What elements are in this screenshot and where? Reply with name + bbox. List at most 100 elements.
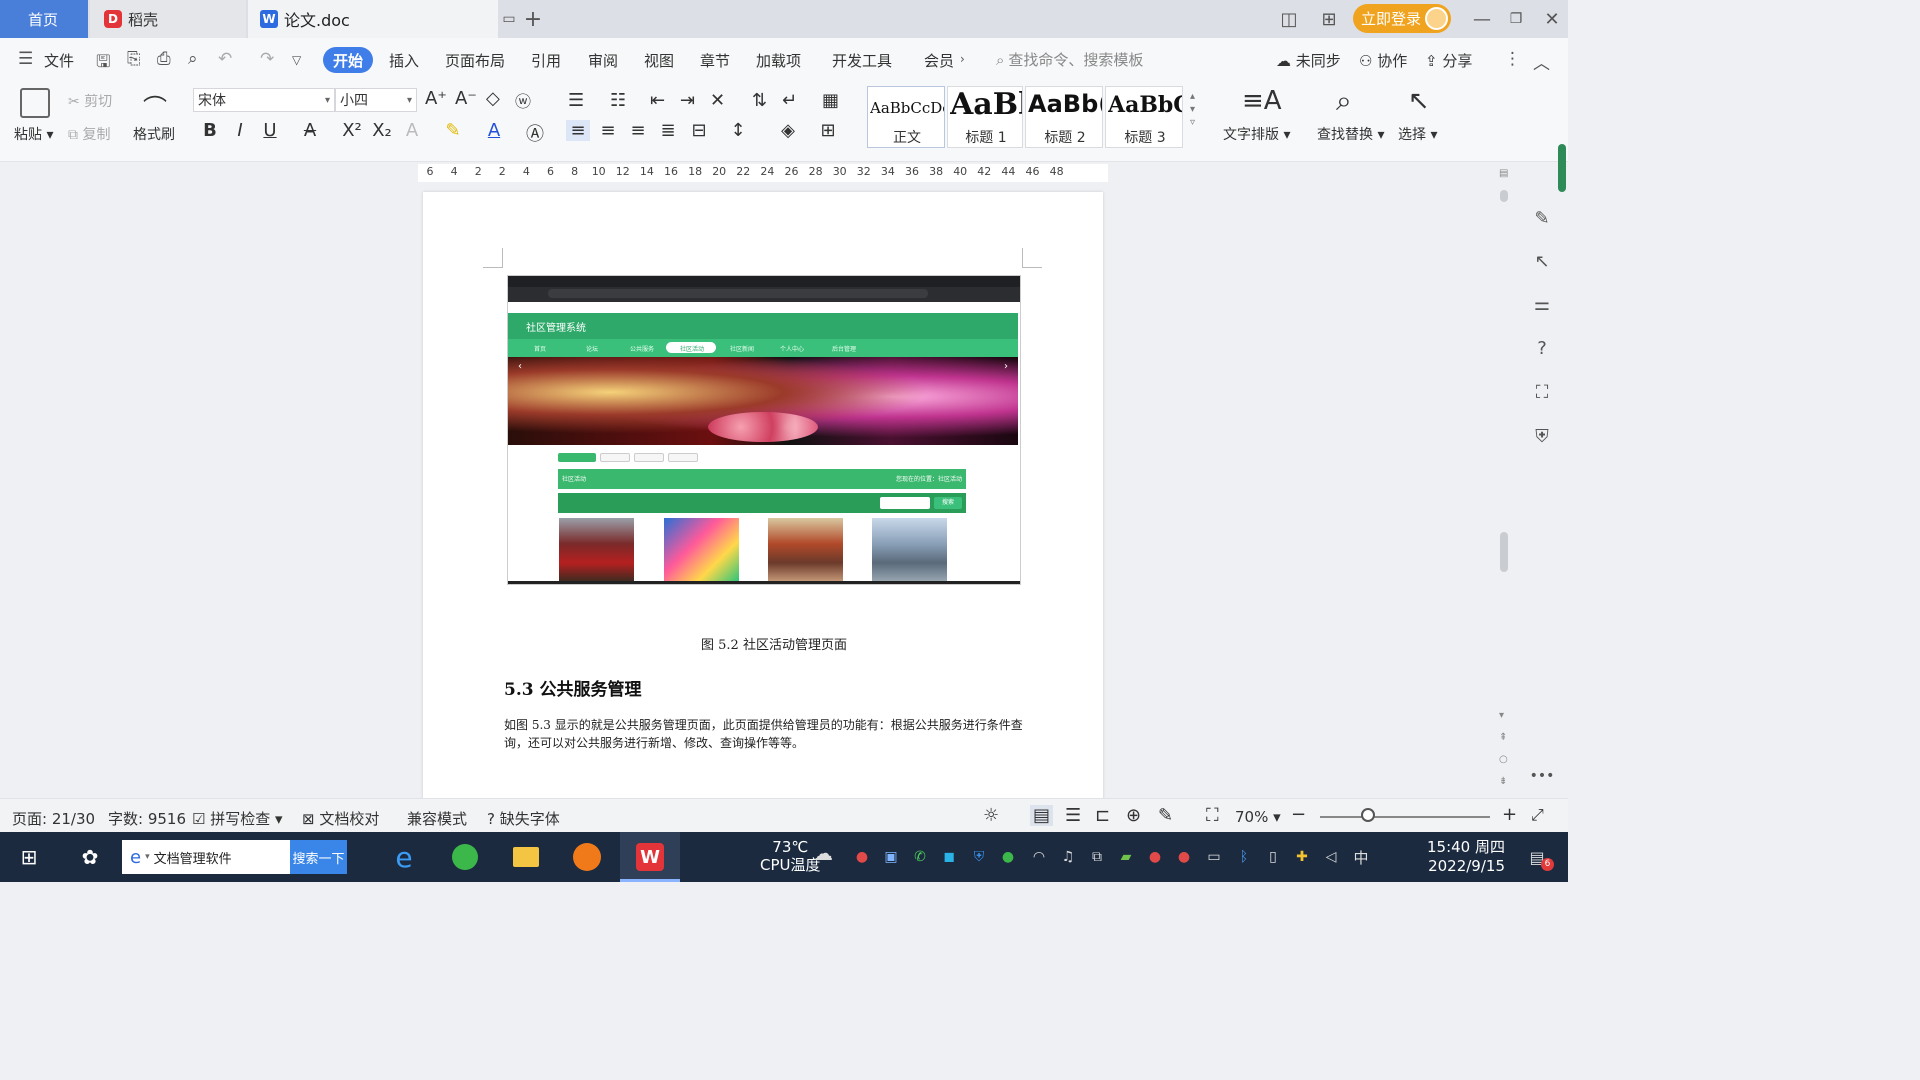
cursor-select-icon[interactable]: ↖ [1408, 86, 1430, 116]
zoom-level[interactable]: 70% ▾ [1235, 808, 1281, 826]
underline-icon[interactable]: U [258, 120, 282, 141]
outline-view-icon[interactable]: ☰ [1065, 805, 1081, 826]
find-replace-button[interactable]: 查找替换 ▾ [1317, 124, 1384, 144]
save-icon[interactable]: 🖫 [96, 49, 110, 78]
superscript-icon[interactable]: X² [340, 120, 364, 141]
scroll-top-icon[interactable]: ▤ [1499, 168, 1508, 179]
table-tools-icon[interactable]: ▦ [822, 90, 839, 111]
embedded-screenshot[interactable]: 社区管理系统 首页 论坛 公共服务 社区活动 社区新闻 个人中心 后台管理 ‹ … [507, 275, 1021, 585]
select-button[interactable]: 选择 ▾ [1398, 124, 1437, 144]
style-heading-3[interactable]: AaBbC 标题 3 [1105, 86, 1183, 148]
sync-status[interactable]: ☁ 未同步 [1276, 50, 1341, 71]
tray-app-icon[interactable]: ● [999, 848, 1017, 866]
select-browse-icon[interactable]: ○ [1499, 754, 1508, 765]
eye-protect-icon[interactable]: ☼ [983, 805, 999, 826]
tab-review[interactable]: 审阅 [588, 50, 618, 71]
taskbar-search[interactable]: e ▾ 文档管理软件 搜索一下 [122, 840, 347, 874]
increase-indent-icon[interactable]: ⇥ [680, 90, 695, 111]
numbered-list-icon[interactable]: ☷ [610, 90, 626, 111]
login-button[interactable]: 立即登录 [1353, 4, 1451, 33]
text-layout-icon[interactable]: ≡A [1242, 86, 1282, 116]
new-tab-button[interactable]: + [522, 7, 544, 32]
tab-addins[interactable]: 加载项 [756, 50, 801, 71]
more-options-icon[interactable]: ⋮ [1504, 49, 1521, 69]
char-border-icon[interactable]: Ⓐ [523, 120, 547, 146]
restore-button[interactable]: ❐ [1505, 8, 1527, 30]
tray-app-icon[interactable]: ◼ [940, 848, 958, 866]
format-painter-button[interactable]: 格式刷 [133, 124, 175, 144]
document-page[interactable]: 社区管理系统 首页 论坛 公共服务 社区活动 社区新闻 个人中心 后台管理 ‹ … [423, 192, 1103, 798]
text-layout-button[interactable]: 文字排版 ▾ [1223, 124, 1290, 144]
spell-check[interactable]: ☑ 拼写检查 ▾ [192, 808, 283, 829]
media-player-icon[interactable] [571, 841, 603, 873]
tab-start[interactable]: 开始 [323, 47, 373, 73]
layout-icon[interactable]: ◫ [1278, 8, 1300, 30]
qq-icon[interactable]: ● [1175, 848, 1193, 866]
wifi-icon[interactable]: ◠ [1030, 848, 1048, 866]
taskbar-search-button[interactable]: 搜索一下 [290, 840, 347, 874]
highlight-icon[interactable]: ✎ [441, 120, 465, 141]
battery-icon[interactable]: ▭ [1205, 848, 1223, 866]
chinese-layout-icon[interactable]: ✕ [710, 90, 725, 111]
font-name-select[interactable]: 宋体 ▾ [193, 88, 335, 112]
undo-icon[interactable]: ↶ [218, 49, 232, 69]
tray-app-icon[interactable]: ▣ [882, 848, 900, 866]
tab-document[interactable]: W 论文.doc [248, 0, 498, 38]
vertical-scrollbar[interactable]: ▤ ▾ ⇞ ○ ⇟ [1496, 162, 1512, 798]
borders-icon[interactable]: ⊞ [816, 120, 840, 141]
help-icon[interactable]: ? [1530, 336, 1554, 360]
tab-view[interactable]: 视图 [644, 50, 674, 71]
qq-icon[interactable]: ● [1146, 848, 1164, 866]
align-left-icon[interactable]: ≡ [566, 120, 590, 141]
font-size-select[interactable]: 小四 ▾ [335, 88, 417, 112]
scroll-thumb[interactable] [1500, 532, 1508, 572]
grid-apps-icon[interactable]: ⊞ [1318, 8, 1340, 30]
bold-icon[interactable]: B [198, 120, 222, 141]
align-center-icon[interactable]: ≡ [596, 120, 620, 141]
clear-format-icon[interactable]: ◇ [486, 88, 500, 109]
write-view-icon[interactable]: ✎ [1158, 805, 1173, 826]
customize-dropdown-icon[interactable]: ▽ [292, 53, 301, 67]
security-shield-icon[interactable]: ⛨ [970, 848, 988, 866]
wps-icon[interactable]: W [634, 841, 666, 873]
page-view-icon[interactable]: ▤ [1030, 805, 1054, 826]
usb-icon[interactable]: ▯ [1264, 848, 1282, 866]
phonetic-guide-icon[interactable]: ⓦ [515, 88, 531, 112]
text-effect-icon[interactable]: A [400, 120, 424, 141]
edit-pen-icon[interactable]: ✎ [1530, 206, 1554, 230]
prev-page-icon[interactable]: ⇞ [1499, 732, 1507, 743]
tab-insert[interactable]: 插入 [389, 50, 419, 71]
format-painter-icon[interactable]: ⌒ [143, 88, 167, 123]
redo-icon[interactable]: ↷ [260, 49, 274, 69]
italic-icon[interactable]: I [228, 120, 252, 141]
shield-icon[interactable]: ⛨ [1530, 424, 1554, 448]
read-view-icon[interactable]: ⊏ [1095, 805, 1110, 826]
style-heading-2[interactable]: AaBb( 标题 2 [1025, 86, 1103, 148]
bullet-list-icon[interactable]: ☰ [568, 90, 584, 111]
volume-icon[interactable]: ◁ [1322, 848, 1340, 866]
minimize-button[interactable]: — [1471, 8, 1493, 30]
grow-font-icon[interactable]: A⁺ [425, 88, 447, 109]
bluetooth-icon[interactable]: ᛒ [1235, 848, 1253, 866]
adjust-sliders-icon[interactable]: ⚌ [1530, 292, 1554, 316]
subscript-icon[interactable]: X₂ [370, 120, 394, 141]
next-page-icon[interactable]: ⇟ [1499, 776, 1507, 787]
file-explorer-icon[interactable] [510, 841, 542, 873]
tray-app-icon[interactable]: ✚ [1293, 848, 1311, 866]
tab-references[interactable]: 引用 [531, 50, 561, 71]
export-icon[interactable]: ⎘ [127, 49, 141, 69]
scroll-down-button[interactable]: ▾ [1499, 710, 1504, 721]
page-indicator[interactable]: 页面: 21/30 [12, 808, 95, 829]
file-menu[interactable]: 文件 [44, 50, 74, 71]
style-normal[interactable]: AaBbCcDc 正文 [867, 86, 945, 148]
clock[interactable]: 15:40 周四 2022/9/15 [1410, 838, 1505, 876]
paste-icon[interactable] [20, 88, 50, 118]
show-marks-icon[interactable]: ↵ [782, 90, 797, 111]
scroll-up-button[interactable] [1500, 190, 1508, 202]
shading-icon[interactable]: ◈ [776, 120, 800, 141]
ruler[interactable]: 6 4 2 2 4 6 8 10 12 14 16 18 20 22 24 26 28 30 32 34 36 38 40 4… [0, 162, 1568, 184]
font-color-icon[interactable]: A [482, 120, 506, 141]
line-spacing-icon[interactable]: ↕ [726, 120, 750, 141]
justify-icon[interactable]: ≣ [656, 120, 680, 141]
proofread[interactable]: ⊠ 文档校对 [302, 808, 379, 829]
